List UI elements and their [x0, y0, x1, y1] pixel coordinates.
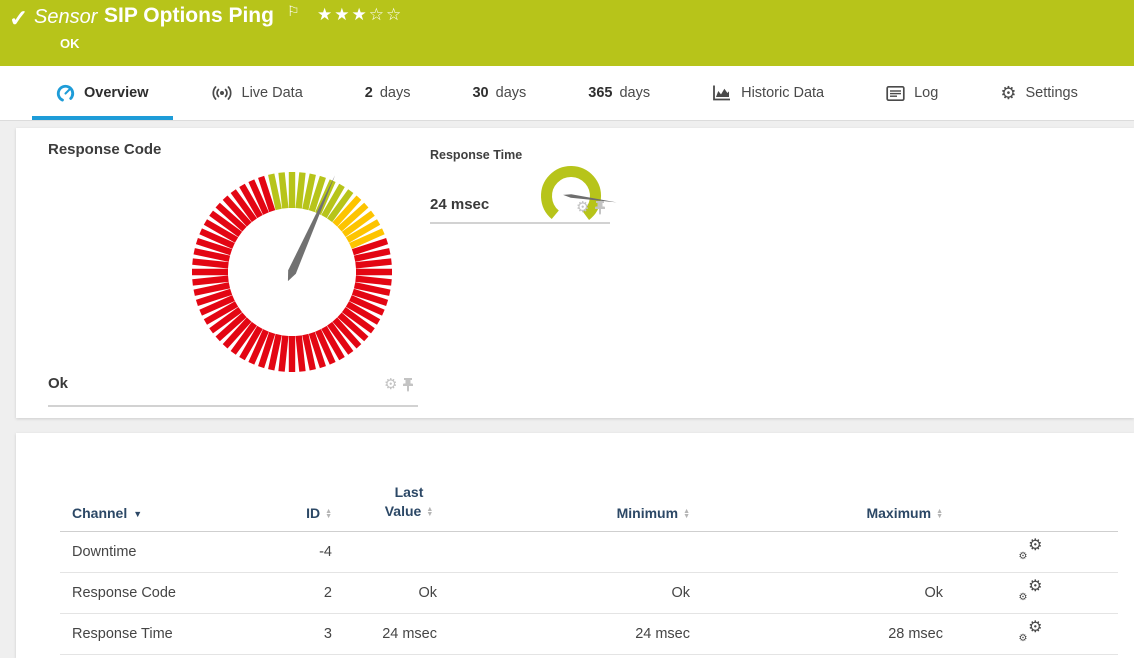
cell-actions: ⚙⚙: [943, 622, 1118, 647]
log-icon: [886, 85, 905, 102]
gear-icon[interactable]: ⚙: [576, 200, 589, 215]
cell-channel[interactable]: Downtime: [60, 544, 276, 560]
tab-label: days: [496, 85, 527, 101]
tab-number: 365: [588, 85, 612, 101]
response-time-value: 24 msec: [430, 196, 489, 213]
prtg-sensor-page: ✓ Sensor SIP Options Ping ⚐ ★★★☆☆ OK Ove…: [0, 0, 1134, 658]
cell-id: 2: [276, 585, 332, 601]
rating-stars[interactable]: ★★★☆☆: [317, 5, 403, 25]
tab-365-days[interactable]: 365 days: [564, 66, 674, 120]
tab-historic-data[interactable]: Historic Data: [688, 66, 848, 120]
column-header-label: Minimum: [617, 505, 678, 521]
sensor-title: SIP Options Ping: [104, 4, 274, 28]
cell-minimum: 24 msec: [437, 626, 690, 642]
tab-label: Historic Data: [741, 85, 824, 101]
response-code-gauge: [182, 162, 402, 382]
channel-table-card: Channel▼ID▲▼Last Value▲▼Minimum▲▼Maximum…: [16, 433, 1134, 658]
cell-maximum: Ok: [690, 585, 943, 601]
gauge-icon: [56, 84, 75, 103]
star-empty-icon[interactable]: ☆: [386, 5, 403, 24]
cell-channel[interactable]: Response Code: [60, 585, 276, 601]
tab-label: Settings: [1025, 85, 1077, 101]
table-row: Response Code2OkOkOk⚙⚙: [60, 573, 1118, 614]
column-header-label: Maximum: [866, 505, 931, 521]
channel-settings-gears-icon[interactable]: ⚙⚙: [1019, 540, 1043, 561]
object-kind-label: Sensor: [34, 6, 97, 29]
cell-actions: ⚙⚙: [943, 540, 1118, 565]
response-code-value: Ok: [48, 375, 68, 392]
channel-settings-gears-icon[interactable]: ⚙⚙: [1019, 622, 1043, 643]
star-filled-icon[interactable]: ★: [352, 5, 369, 24]
tab-label: Overview: [84, 85, 149, 101]
table-row: Response Time324 msec24 msec28 msec⚙⚙: [60, 614, 1118, 655]
cell-id: 3: [276, 626, 332, 642]
column-header-maximum[interactable]: Maximum ▲▼: [690, 505, 943, 521]
table-row: Downtime-4 ⚙⚙: [60, 532, 1118, 573]
tab-30-days[interactable]: 30 days: [448, 66, 550, 120]
cell-id: -4: [276, 544, 332, 560]
table-header-row: Channel▼ID▲▼Last Value▲▼Minimum▲▼Maximum…: [60, 433, 1118, 532]
gear-icon: ⚙: [1000, 84, 1016, 102]
panel-divider: [48, 405, 418, 407]
pin-icon[interactable]: [402, 378, 414, 392]
tab-bar: Overview Live Data 2 days 30 days 365 days Histo…: [0, 66, 1134, 121]
column-header-last_value[interactable]: Last Value▲▼: [332, 483, 437, 521]
sort-toggle-icon: ▲▼: [936, 509, 943, 519]
sort-toggle-icon: ▲▼: [426, 507, 433, 517]
cell-last_value: 24 msec: [332, 626, 437, 642]
tab-2-days[interactable]: 2 days: [341, 66, 435, 120]
overview-gauges-card: Response Code Ok ⚙ Response Time 24 msec…: [16, 128, 1134, 418]
tab-label: days: [619, 85, 650, 101]
cell-actions: ⚙⚙: [943, 581, 1118, 606]
response-time-gauge: [531, 156, 631, 230]
cell-last_value: Ok: [332, 585, 437, 601]
column-header-label: ID: [306, 505, 320, 521]
flag-icon[interactable]: ⚐: [287, 3, 300, 20]
star-empty-icon[interactable]: ☆: [369, 5, 386, 24]
channel-table: Channel▼ID▲▼Last Value▲▼Minimum▲▼Maximum…: [60, 433, 1118, 655]
sort-toggle-icon: ▲▼: [683, 509, 690, 519]
tab-overview[interactable]: Overview: [32, 66, 173, 120]
sort-desc-icon: ▼: [133, 509, 142, 519]
response-code-panel-title: Response Code: [48, 141, 161, 158]
column-header-minimum[interactable]: Minimum ▲▼: [437, 505, 690, 521]
star-filled-icon[interactable]: ★: [334, 5, 351, 24]
cell-minimum: Ok: [437, 585, 690, 601]
star-filled-icon[interactable]: ★: [317, 5, 334, 24]
gear-icon[interactable]: ⚙: [384, 377, 397, 392]
sensor-status-banner: ✓ Sensor SIP Options Ping ⚐ ★★★☆☆ OK: [0, 0, 1134, 66]
tab-log[interactable]: Log: [862, 66, 962, 120]
column-header-label: Channel: [72, 505, 127, 521]
column-header-channel[interactable]: Channel ▼: [60, 505, 276, 521]
panel-divider: [430, 222, 610, 224]
tab-settings[interactable]: ⚙ Settings: [976, 66, 1102, 120]
response-time-panel-title: Response Time: [430, 148, 522, 162]
column-header-label: Last Value: [385, 484, 424, 519]
tab-label: Log: [914, 85, 938, 101]
tab-label: days: [380, 85, 411, 101]
channel-settings-gears-icon[interactable]: ⚙⚙: [1019, 581, 1043, 602]
status-text: OK: [60, 36, 80, 51]
tab-number: 30: [472, 85, 488, 101]
cell-maximum: 28 msec: [690, 626, 943, 642]
cell-channel[interactable]: Response Time: [60, 626, 276, 642]
pin-icon[interactable]: [594, 201, 606, 215]
area-chart-icon: [712, 84, 732, 102]
sort-toggle-icon: ▲▼: [325, 509, 332, 519]
tab-label: Live Data: [242, 85, 303, 101]
status-check-icon: ✓: [9, 5, 28, 32]
tab-number: 2: [365, 85, 373, 101]
column-header-id[interactable]: ID ▲▼: [276, 505, 332, 521]
tab-live-data[interactable]: Live Data: [187, 66, 327, 120]
broadcast-icon: [211, 83, 233, 103]
